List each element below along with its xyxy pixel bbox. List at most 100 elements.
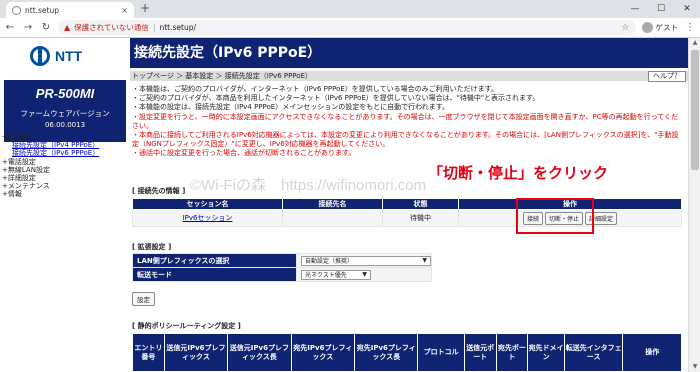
table-row: LAN側プレフィックスの選択 自動設定（推奨） ▼ (132, 253, 432, 268)
sidebar-item-label[interactable]: 基本設定 (5, 133, 33, 141)
sidebar-item[interactable]: +電話設定 (2, 158, 99, 166)
sidebar-item[interactable]: -基本設定 (2, 133, 99, 141)
firmware-label: ファームウェアバージョン (20, 109, 110, 118)
avatar-icon (641, 22, 653, 33)
watermark: ©Wi-Fiの森 https://wifinomori.com (190, 177, 427, 194)
new-tab-button[interactable]: + (140, 1, 150, 15)
reload-icon[interactable]: ↻ (40, 22, 52, 33)
route-header-cell: プロトコル (417, 333, 465, 372)
scroll-down-icon[interactable]: ▼ (689, 362, 700, 372)
insecure-label: 保護されていない通信 (74, 23, 149, 32)
address-toolbar: ← → ↻ ▲ 保護されていない通信 | ntt.setup/ ☆ ゲスト ⋮ (0, 18, 700, 38)
sidebar-item-label[interactable]: 電話設定 (8, 158, 36, 166)
table-row: IPv6セッション 待機中 接続 切断・停止 詳細設定 (132, 209, 682, 227)
route-header-cell: 宛先ポート (495, 333, 529, 372)
ext-section-title: [ 拡張設定 ] (132, 243, 172, 251)
firmware-version: 06.00.0013 (44, 121, 86, 129)
forward-mode-select[interactable]: 光ネクスト優先 ▼ (301, 269, 371, 280)
ntt-logo: NTT (30, 46, 82, 66)
route-header-cell: 宛先IPv6プレフィックス (290, 333, 356, 372)
sidebar-item[interactable]: +詳細設定 (2, 174, 99, 182)
conn-header-session: セッション名 (132, 198, 283, 210)
highlight-box (516, 198, 594, 234)
notice-item: ・通話中に設定変更を行った場合、通話が切断されることがあります。 (132, 149, 356, 158)
model-name: PR-500MI (35, 86, 95, 101)
apply-settings-button[interactable]: 設定 (132, 292, 155, 306)
scroll-thumb[interactable] (691, 50, 699, 170)
notice-item: ・本機能の設定は、接続先設定（IPv4 PPPoE）メインセッションの設定をもと… (132, 103, 450, 112)
sidebar-item[interactable]: +情報 (2, 190, 99, 198)
window-close-icon[interactable]: ✕ (674, 0, 700, 18)
route-header-cell: 操作 (622, 333, 682, 372)
dest-cell (282, 209, 383, 227)
logo-text: NTT (55, 48, 83, 64)
prefix-select-label: LAN側プレフィックスの選択 (132, 253, 297, 268)
route-section-title: [ 静的ポリシールーティング設定 ] (132, 322, 241, 330)
sidebar-item-label[interactable]: 詳細設定 (8, 174, 36, 182)
url-text: ntt.setup/ (159, 23, 196, 32)
forward-mode-value: 光ネクスト優先 (305, 272, 347, 279)
route-header-cell: 送信元IPv6プレフィックス (163, 333, 229, 372)
sidebar-item[interactable]: 接続先設定（IPv6 PPPoE） (2, 149, 99, 157)
prefix-select-cell: 自動設定（推奨） ▼ (296, 253, 432, 268)
browser-tab[interactable]: ntt.setup × (6, 2, 134, 18)
conn-header-dest: 接続先名 (282, 198, 383, 210)
route-header-cell: 宛先IPv6プレフィックス長 (354, 333, 419, 372)
tab-title: ntt.setup (25, 5, 59, 15)
minimize-icon[interactable]: — (622, 0, 648, 18)
window-controls: — ☐ ✕ (622, 0, 700, 18)
routing-table: エントリ番号 送信元IPv6プレフィックス 送信元IPv6プレフィックス長 宛先IPv… (132, 333, 682, 372)
star-icon[interactable]: ☆ (621, 23, 629, 33)
extended-settings-table: LAN側プレフィックスの選択 自動設定（推奨） ▼ 転送モード 光ネクスト優先 ▼ (132, 253, 432, 282)
url-separator: | (152, 23, 156, 32)
state-cell: 待機中 (382, 209, 459, 227)
session-link[interactable]: IPv6セッション (132, 209, 283, 227)
route-header-cell: 送信元ポート (463, 333, 497, 372)
table-row: 転送モード 光ネクスト優先 ▼ (132, 267, 432, 282)
route-header-cell: 送信元IPv6プレフィックス長 (227, 333, 292, 372)
forward-icon[interactable]: → (22, 22, 34, 33)
connection-table: セッション名 接続先名 状態 操作 IPv6セッション 待機中 接続 切断・停止… (132, 198, 682, 227)
notice-item: ・本機能は、ご契約のプロバイダが、インターネット（IPv6 PPPoE）を提供し… (132, 85, 498, 93)
route-header-cell: エントリ番号 (132, 333, 165, 372)
click-instruction: 「切断・停止」をクリック (428, 164, 609, 182)
warning-icon: ▲ (64, 23, 71, 32)
sidebar-item-label[interactable]: 情報 (8, 190, 22, 198)
chevron-down-icon: ▼ (422, 257, 427, 264)
notice-item: ・本商品に接続してご利用されるIPv6対応機器によっては、本設定の変更により利用… (132, 131, 679, 149)
scroll-up-icon[interactable]: ▲ (689, 38, 700, 48)
maximize-icon[interactable]: ☐ (648, 0, 674, 18)
sidebar-item-label[interactable]: 接続先設定（IPv6 PPPoE） (12, 149, 99, 157)
scrollbar[interactable]: ▲ ▼ (688, 38, 700, 372)
profile-button[interactable]: ゲスト (641, 22, 679, 33)
left-nav-frame: NTT PR-500MI ファームウェアバージョン 06.00.0013 -基本… (0, 38, 130, 372)
url-bar[interactable]: ▲ 保護されていない通信 | ntt.setup/ ☆ (58, 20, 636, 35)
main-frame: 接続先設定（IPv6 PPPoE） トップページ ＞ 基本設定 ＞ 接続先設定（… (130, 38, 688, 372)
menu-tree: -基本設定 接続先設定（IPv4 PPPoE） 接続先設定（IPv6 PPPoE） +… (2, 133, 99, 199)
sidebar-item-label[interactable]: 接続先設定（IPv4 PPPoE） (12, 141, 99, 149)
back-icon[interactable]: ← (4, 22, 16, 33)
menu-icon[interactable]: ⋮ (684, 22, 696, 33)
tab-strip: ntt.setup × + — ☐ ✕ (0, 0, 700, 18)
forward-mode-cell: 光ネクスト優先 ▼ (296, 267, 432, 282)
conn-header-state: 状態 (382, 198, 459, 210)
tab-close-icon[interactable]: × (121, 6, 128, 15)
help-button[interactable]: ヘルプ？ (648, 71, 686, 82)
prefix-select-value: 自動設定（推奨） (305, 258, 354, 265)
route-header-row: エントリ番号 送信元IPv6プレフィックス 送信元IPv6プレフィックス長 宛先IPv… (132, 333, 682, 372)
breadcrumb: トップページ ＞ 基本設定 ＞ 接続先設定（IPv6 PPPoE） (130, 71, 688, 81)
globe-icon (12, 5, 21, 15)
notice-list: ・本機能は、ご契約のプロバイダが、インターネット（IPv6 PPPoE）を提供し… (132, 85, 684, 159)
ntt-logo-icon (30, 46, 50, 66)
conn-section-title: [ 接続先の情報 ] (132, 187, 186, 195)
sidebar-item[interactable]: +無線LAN設定 (2, 166, 99, 174)
prefix-select[interactable]: 自動設定（推奨） ▼ (301, 255, 431, 266)
route-header-cell: 転送先インタフェース (563, 333, 624, 372)
forward-mode-label: 転送モード (132, 267, 297, 282)
route-header-cell: 宛先ドメイン (527, 333, 565, 372)
page-title: 接続先設定（IPv6 PPPoE） (130, 38, 688, 68)
session-name[interactable]: IPv6セッション (183, 214, 233, 222)
profile-label: ゲスト (655, 23, 679, 32)
chevron-down-icon: ▼ (362, 271, 367, 278)
sidebar-item-label[interactable]: 無線LAN設定 (8, 166, 50, 174)
